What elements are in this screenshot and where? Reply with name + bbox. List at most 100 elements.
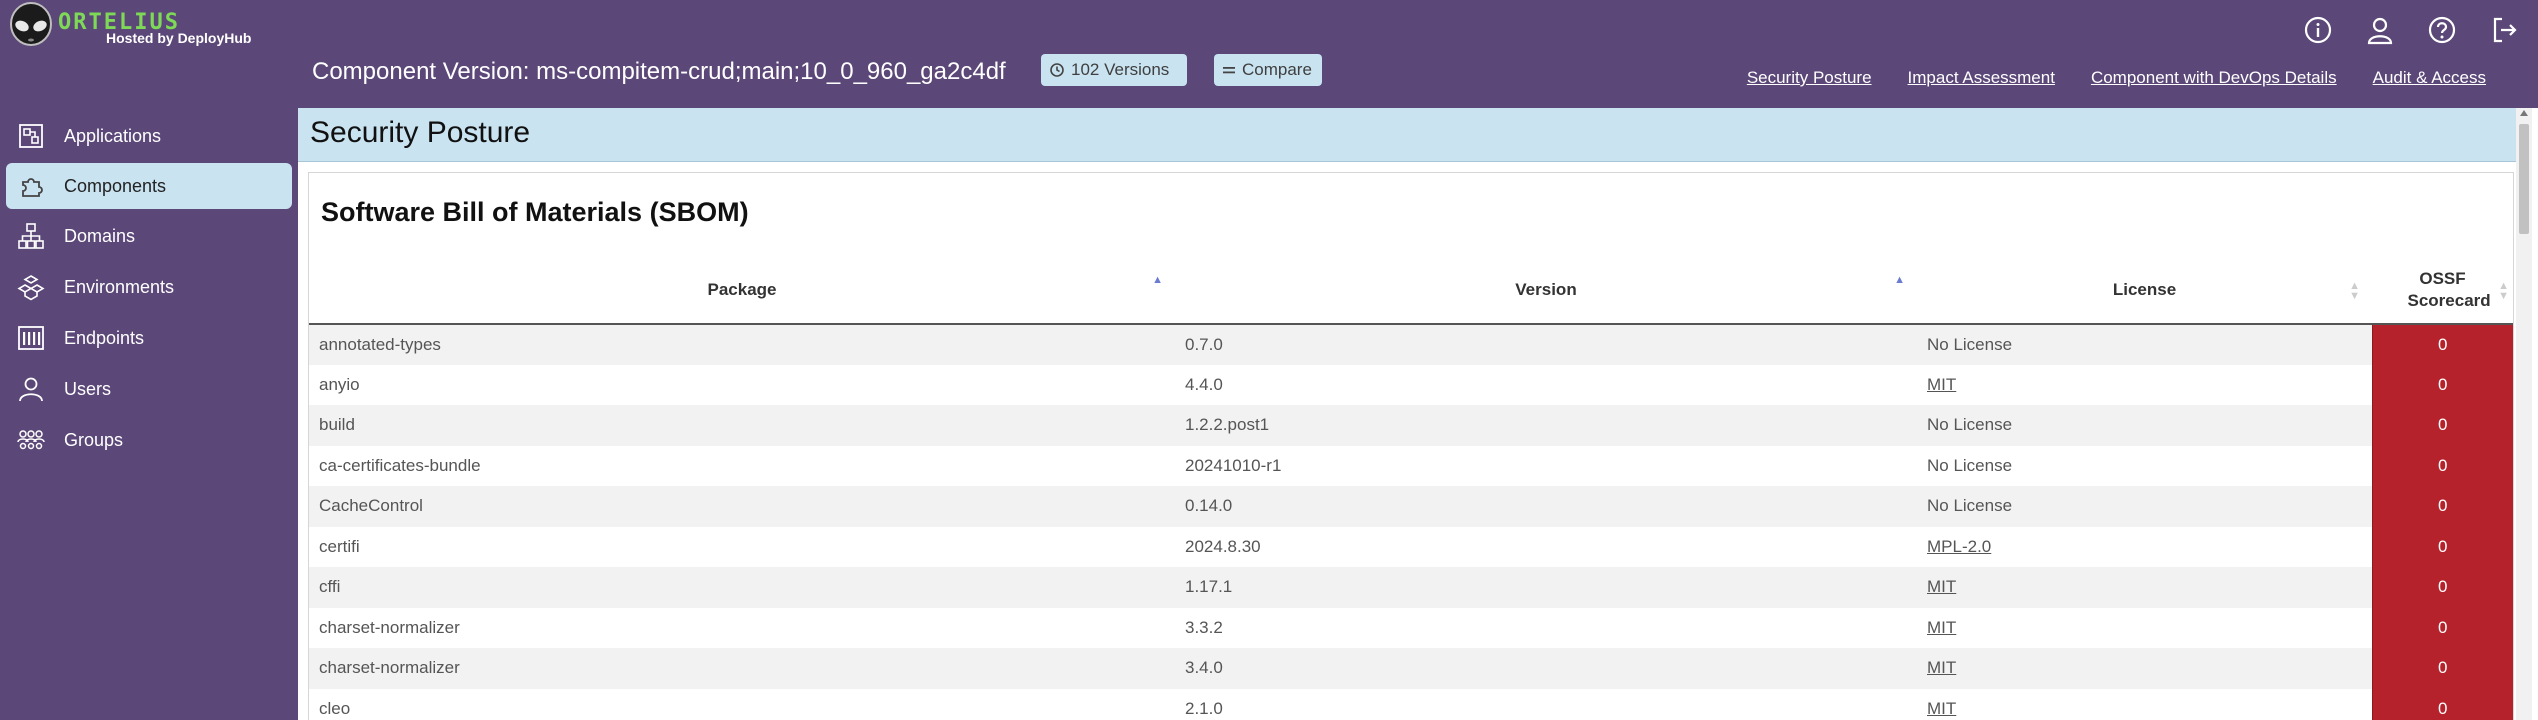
sidebar-item-domains[interactable]: Domains (6, 213, 292, 259)
sort-ascending-icon[interactable]: ▲ (1894, 275, 1905, 286)
info-icon[interactable] (2300, 12, 2336, 48)
version-cell: 3.3.2 (1175, 607, 1917, 648)
compare-button-label: Compare (1242, 60, 1312, 79)
table-row: build 1.2.2.post1 No License 0 (309, 405, 2513, 446)
package-cell: annotated-types (309, 324, 1175, 365)
section-title: Security Posture (310, 116, 531, 149)
version-cell: 1.17.1 (1175, 567, 1917, 608)
package-cell: build (309, 405, 1175, 446)
logout-icon[interactable] (2486, 12, 2522, 48)
column-header-ossf-scorecard[interactable]: OSSF Scorecard ▲ ▼ (2372, 257, 2513, 325)
sort-unsorted-icon[interactable]: ▲ ▼ (2349, 281, 2360, 302)
header-icon-group (2300, 12, 2522, 48)
license-link[interactable]: MIT (1927, 699, 1956, 718)
table-row: certifi 2024.8.30 MPL-2.0 0 (309, 526, 2513, 567)
table-row: charset-normalizer 3.3.2 MIT 0 (309, 607, 2513, 648)
license-cell: No License (1917, 324, 2372, 365)
compare-button[interactable]: Compare (1214, 54, 1322, 86)
package-cell: certifi (309, 526, 1175, 567)
table-row: CacheControl 0.14.0 No License 0 (309, 486, 2513, 527)
ossf-score-cell: 0 (2371, 486, 2513, 527)
nav-security-posture[interactable]: Security Posture (1747, 68, 1872, 88)
users-icon (16, 374, 46, 404)
version-cell: 0.7.0 (1175, 324, 1917, 365)
sbom-header-row: Package ▲ Version ▲ License ▲ ▼ OSSF Scor… (309, 257, 2513, 325)
sort-unsorted-icon[interactable]: ▲ ▼ (2498, 281, 2509, 302)
environments-icon (16, 272, 46, 302)
sort-ascending-icon[interactable]: ▲ (1152, 275, 1163, 286)
sidebar-item-label: Users (64, 378, 112, 399)
sidebar-item-users[interactable]: Users (6, 366, 292, 412)
nav-audit-access[interactable]: Audit & Access (2373, 68, 2486, 88)
ortelius-logo[interactable]: ORTELIUS Hosted by DeployHub (8, 2, 258, 52)
components-icon (16, 171, 46, 201)
hosted-by-label: Hosted by DeployHub (106, 30, 252, 46)
scrollbar-thumb[interactable] (2519, 124, 2529, 234)
table-row: charset-normalizer 3.4.0 MIT 0 (309, 648, 2513, 689)
endpoints-icon (16, 323, 46, 353)
ossf-score-cell: 0 (2371, 648, 2513, 689)
user-icon[interactable] (2362, 12, 2398, 48)
section-header: Security Posture (298, 108, 2516, 162)
top-bar: ORTELIUS Hosted by DeployHub Component V… (0, 0, 2538, 108)
license-cell: MIT (1917, 567, 2372, 608)
domains-icon (16, 221, 46, 251)
versions-button[interactable]: 102 Versions (1041, 54, 1187, 86)
ossf-score-cell: 0 (2371, 445, 2513, 486)
sidebar-item-applications[interactable]: Applications (6, 113, 292, 159)
ossf-score-cell: 0 (2371, 688, 2513, 720)
column-label-ossf-scorecard: OSSF Scorecard (2407, 269, 2491, 310)
column-label-package: Package (707, 280, 777, 299)
package-cell: cffi (309, 567, 1175, 608)
version-cell: 20241010-r1 (1175, 445, 1917, 486)
version-cell: 1.2.2.post1 (1175, 405, 1917, 446)
license-link[interactable]: MIT (1927, 577, 1956, 596)
ossf-score-cell: 0 (2371, 567, 2513, 608)
license-link[interactable]: MIT (1927, 618, 1956, 637)
applications-icon (16, 121, 46, 151)
sidebar-item-label: Components (64, 175, 167, 196)
ossf-score-cell: 0 (2371, 607, 2513, 648)
table-row: anyio 4.4.0 MIT 0 (309, 364, 2513, 405)
sidebar-item-components[interactable]: Components (6, 163, 292, 209)
license-cell: No License (1917, 405, 2372, 446)
column-label-license: License (2112, 280, 2177, 299)
nav-devops-details[interactable]: Component with DevOps Details (2091, 68, 2337, 88)
sbom-title: Software Bill of Materials (SBOM) (321, 197, 749, 227)
license-cell: MPL-2.0 (1917, 526, 2372, 567)
sidebar-item-label: Environments (64, 276, 175, 297)
table-row: annotated-types 0.7.0 No License 0 (309, 324, 2513, 365)
nav-impact-assessment[interactable]: Impact Assessment (1908, 68, 2055, 88)
equals-icon (1223, 67, 1235, 74)
column-label-version: Version (1515, 280, 1577, 299)
sbom-table: Package ▲ Version ▲ License ▲ ▼ OSSF Scor… (309, 257, 2513, 720)
help-icon[interactable] (2424, 12, 2460, 48)
package-cell: charset-normalizer (309, 648, 1175, 689)
license-link[interactable]: MIT (1927, 375, 1956, 394)
license-link[interactable]: MIT (1927, 658, 1956, 677)
license-cell: MIT (1917, 364, 2372, 405)
package-cell: charset-normalizer (309, 607, 1175, 648)
sidebar-item-endpoints[interactable]: Endpoints (6, 315, 292, 361)
license-cell: No License (1917, 445, 2372, 486)
sidebar-item-environments[interactable]: Environments (6, 264, 292, 310)
table-row: ca-certificates-bundle 20241010-r1 No Lice… (309, 445, 2513, 486)
scroll-up-arrow-icon[interactable] (2520, 110, 2528, 116)
sidebar-item-label: Groups (64, 429, 124, 450)
column-header-package[interactable]: Package ▲ (309, 257, 1175, 325)
package-cell: CacheControl (309, 486, 1175, 527)
column-header-version[interactable]: Version ▲ (1175, 257, 1917, 325)
ossf-score-cell: 0 (2371, 405, 2513, 446)
sidebar-item-label: Domains (64, 225, 136, 246)
table-row: cffi 1.17.1 MIT 0 (309, 567, 2513, 608)
sidebar-item-label: Endpoints (64, 327, 145, 348)
license-cell: No License (1917, 486, 2372, 527)
column-header-license[interactable]: License ▲ ▼ (1917, 257, 2372, 325)
vertical-scrollbar[interactable] (2516, 108, 2532, 720)
version-cell: 2.1.0 (1175, 688, 1917, 720)
sidebar: Applications Components Domains Environm… (0, 108, 298, 720)
component-version-title: Component Version: ms-compitem-crud;main… (312, 58, 1006, 85)
license-cell: MIT (1917, 607, 2372, 648)
sidebar-item-groups[interactable]: Groups (6, 417, 292, 463)
license-link[interactable]: MPL-2.0 (1927, 537, 1991, 556)
